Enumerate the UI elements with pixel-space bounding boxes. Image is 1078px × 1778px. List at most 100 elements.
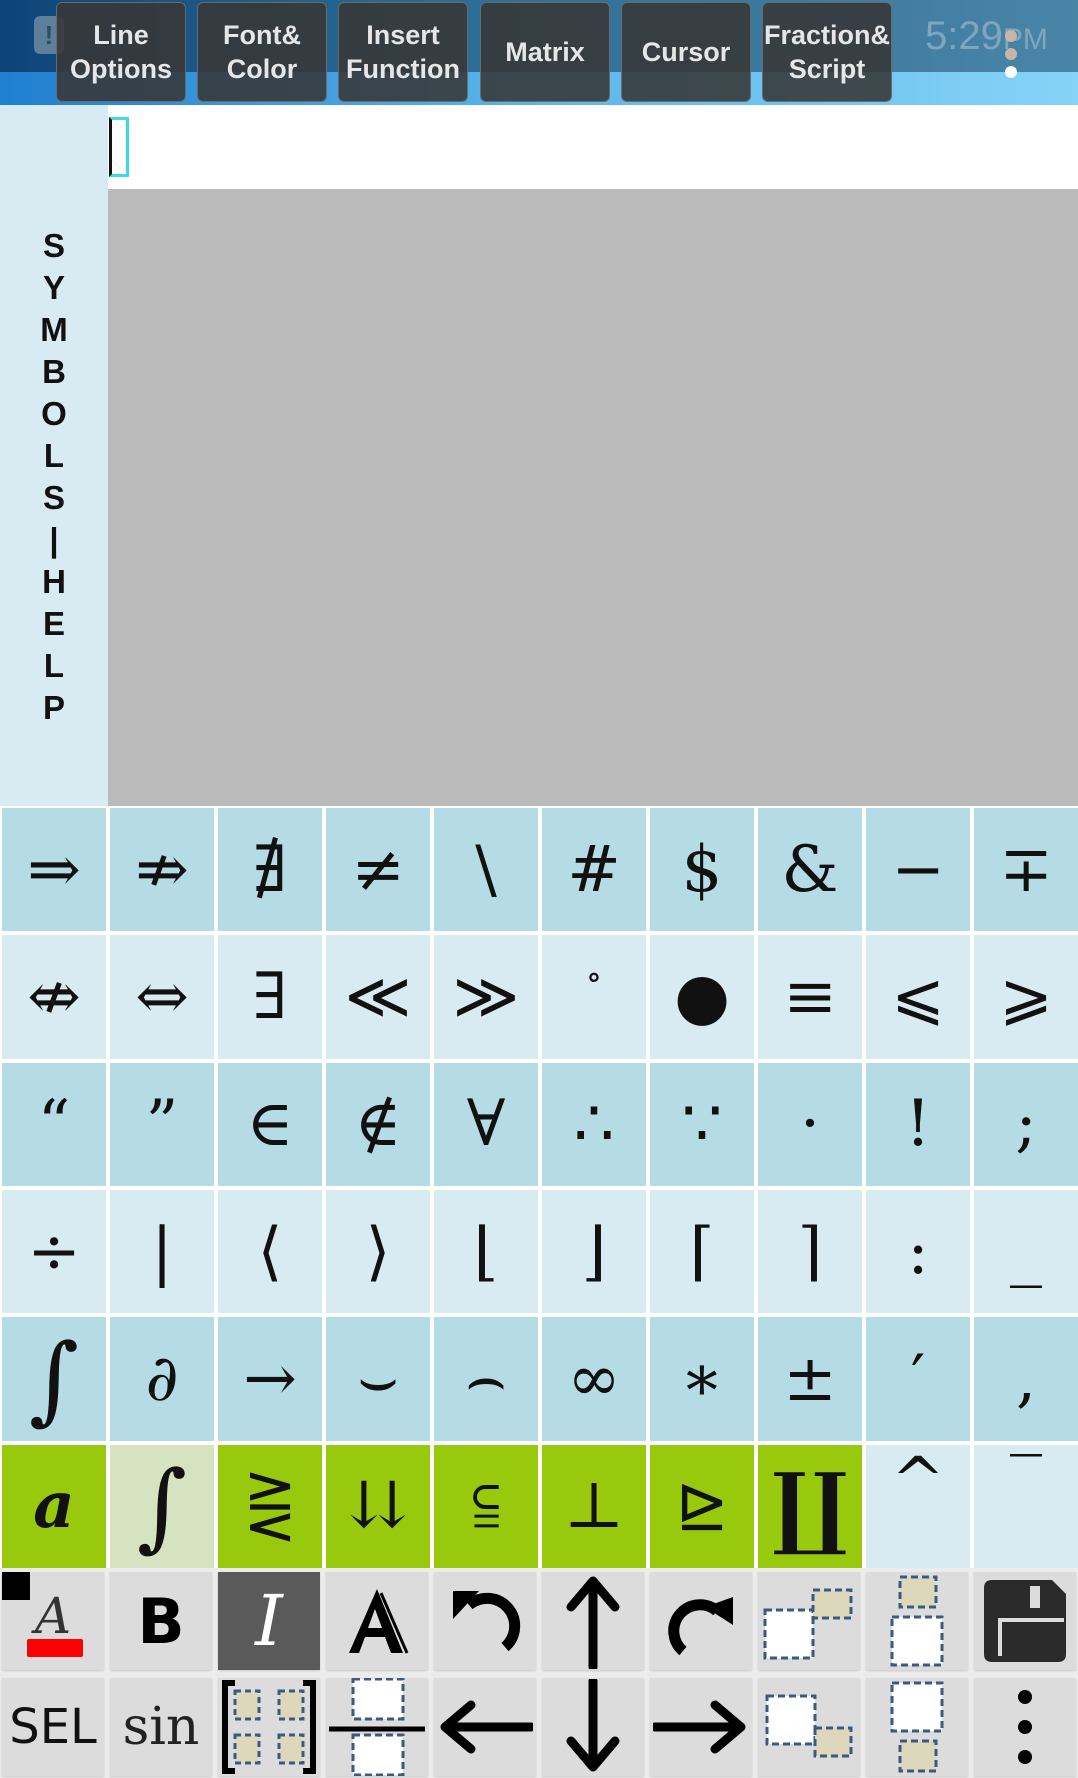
blackboard-font-button[interactable] — [326, 1572, 428, 1670]
symbol-key-plus-minus[interactable]: ± — [758, 1317, 862, 1441]
redo-button[interactable] — [650, 1572, 752, 1670]
symbol-key-integral[interactable]: ∫ — [2, 1317, 106, 1441]
symbols-help-sidebar[interactable]: S Y M B O L S | H E L P — [0, 105, 108, 806]
insert-function-button[interactable]: Insert Function — [338, 2, 468, 102]
superscript-button[interactable] — [758, 1572, 860, 1670]
symbol-key-hash[interactable]: # — [542, 808, 646, 932]
symbol-key-colon[interactable]: : — [866, 1190, 970, 1314]
symbol-key-dot[interactable]: · — [758, 1062, 862, 1186]
symbol-key-infinity[interactable]: ∞ — [542, 1317, 646, 1441]
symbol-key-right-ceil[interactable]: ⌉ — [758, 1190, 862, 1314]
symbol-key-not-implies[interactable]: ⇏ — [110, 808, 214, 932]
symbol-key-category-arrows[interactable]: ⇊ — [326, 1444, 430, 1568]
cursor-right-button[interactable] — [650, 1678, 752, 1776]
arrow-up-icon — [566, 1576, 620, 1669]
select-button[interactable]: SEL — [2, 1678, 104, 1776]
symbol-key-bullet[interactable]: ● — [650, 935, 754, 1059]
cursor-up-button[interactable] — [542, 1572, 644, 1670]
symbol-key-backslash[interactable]: \ — [434, 808, 538, 932]
bold-button[interactable]: B — [110, 1572, 212, 1670]
line-options-button[interactable]: Line Options — [56, 2, 186, 102]
action-overflow-icon[interactable] — [1004, 30, 1018, 82]
symbol-key-not-exists[interactable]: ∄ — [218, 808, 322, 932]
symbol-key-iff[interactable]: ⇔ — [110, 935, 214, 1059]
fraction-button[interactable] — [326, 1678, 428, 1776]
symbol-key-exists[interactable]: ∃ — [218, 935, 322, 1059]
matrix-menu-button[interactable]: Matrix — [480, 2, 610, 102]
symbol-key-right-arrow[interactable]: → — [218, 1317, 322, 1441]
symbol-key-exclamation[interactable]: ! — [866, 1062, 970, 1186]
symbol-key-element-of[interactable]: ∈ — [218, 1062, 322, 1186]
symbol-key-right-floor[interactable]: ⌋ — [542, 1190, 646, 1314]
italic-button[interactable]: I — [218, 1572, 320, 1670]
symbol-key-category-bold-a[interactable]: 𝒂 — [2, 1444, 106, 1568]
symbol-key-smile[interactable]: ⌣ — [326, 1317, 430, 1441]
symbol-key-much-less-than[interactable]: ≪ — [326, 935, 430, 1059]
symbol-key-left-floor[interactable]: ⌊ — [434, 1190, 538, 1314]
sidebar-label-letter: E — [42, 605, 65, 642]
symbol-key-partial[interactable]: ∂ — [110, 1317, 214, 1441]
symbol-key-equivalent[interactable]: ≡ — [758, 935, 862, 1059]
equation-canvas[interactable] — [108, 189, 1078, 806]
symbol-key-right-angle[interactable]: ⟩ — [326, 1190, 430, 1314]
symbol-key-therefore[interactable]: ∴ — [542, 1062, 646, 1186]
fraction-script-button[interactable]: Fraction& Script — [762, 2, 892, 102]
equation-input-line[interactable] — [108, 105, 1078, 189]
cursor-left-button[interactable] — [434, 1678, 536, 1776]
symbol-key-left-ceil[interactable]: ⌈ — [650, 1190, 754, 1314]
symbol-key-comma[interactable]: , — [974, 1317, 1078, 1441]
subscript-button[interactable] — [758, 1678, 860, 1776]
symbol-key-category-integrals[interactable]: ∫ — [110, 1444, 214, 1568]
select-label: SEL — [9, 1699, 97, 1755]
symbol-key-not-equal[interactable]: ≠ — [326, 808, 430, 932]
text-color-button[interactable]: A — [2, 1572, 104, 1670]
equation-cursor-placeholder[interactable] — [109, 117, 129, 177]
symbol-key-not-element-of[interactable]: ∉ — [326, 1062, 430, 1186]
symbol-key-vertical-bar[interactable]: | — [110, 1190, 214, 1314]
undo-button[interactable] — [434, 1572, 536, 1670]
symbol-key-ampersand[interactable]: & — [758, 808, 862, 932]
symbol-key-overline[interactable]: ‾ — [974, 1444, 1078, 1568]
symbol-key-for-all[interactable]: ∀ — [434, 1062, 538, 1186]
minus-icon: − — [891, 832, 945, 907]
symbol-key-asterisk[interactable]: ∗ — [650, 1317, 754, 1441]
symbol-key-frown[interactable]: ⌢ — [434, 1317, 538, 1441]
asterisk-icon: ∗ — [680, 1341, 724, 1416]
save-button[interactable] — [974, 1572, 1076, 1670]
symbol-key-close-quote[interactable]: ” — [110, 1062, 214, 1186]
arrow-right-icon — [653, 1700, 746, 1754]
symbol-key-underscore[interactable]: _ — [974, 1190, 1078, 1314]
more-options-button[interactable] — [974, 1678, 1076, 1776]
symbol-key-minus-plus[interactable]: ∓ — [974, 808, 1078, 932]
category-big-operators-icon: ∐ — [772, 1453, 848, 1560]
symbol-key-greater-equal-slant[interactable]: ⩾ — [974, 935, 1078, 1059]
font-color-button[interactable]: Font& Color — [197, 2, 327, 102]
symbol-key-much-greater-than[interactable]: ≫ — [434, 935, 538, 1059]
symbol-key-open-quote[interactable]: “ — [2, 1062, 106, 1186]
redo-icon — [668, 1597, 733, 1656]
symbol-key-minus[interactable]: − — [866, 808, 970, 932]
symbol-key-category-sets[interactable]: ⫅ — [434, 1444, 538, 1568]
symbol-key-dollar[interactable]: $ — [650, 808, 754, 932]
symbol-key-degree[interactable]: ∘ — [542, 935, 646, 1059]
symbol-key-category-relations[interactable]: ⋛ — [218, 1444, 322, 1568]
overscript-button[interactable] — [866, 1572, 968, 1670]
svg-text:A: A — [31, 1587, 71, 1645]
symbol-key-divide[interactable]: ÷ — [2, 1190, 106, 1314]
symbol-key-not-iff[interactable]: ⇎ — [2, 935, 106, 1059]
symbol-key-category-perp[interactable]: ⊥ — [542, 1444, 646, 1568]
symbol-key-prime[interactable]: ′ — [866, 1317, 970, 1441]
symbol-key-hat[interactable]: ^ — [866, 1444, 970, 1568]
symbol-key-category-triangle[interactable]: ⊵ — [650, 1444, 754, 1568]
symbol-key-left-angle[interactable]: ⟨ — [218, 1190, 322, 1314]
cursor-menu-button[interactable]: Cursor — [621, 2, 751, 102]
symbol-key-semicolon[interactable]: ; — [974, 1062, 1078, 1186]
symbol-key-implies[interactable]: ⇒ — [2, 808, 106, 932]
matrix-button[interactable] — [218, 1678, 320, 1776]
symbol-key-less-equal-slant[interactable]: ⩽ — [866, 935, 970, 1059]
symbol-key-because[interactable]: ∵ — [650, 1062, 754, 1186]
function-button[interactable]: sin — [110, 1678, 212, 1776]
underscript-button[interactable] — [866, 1678, 968, 1776]
cursor-down-button[interactable] — [542, 1678, 644, 1776]
symbol-key-category-big-operators[interactable]: ∐ — [758, 1444, 862, 1568]
